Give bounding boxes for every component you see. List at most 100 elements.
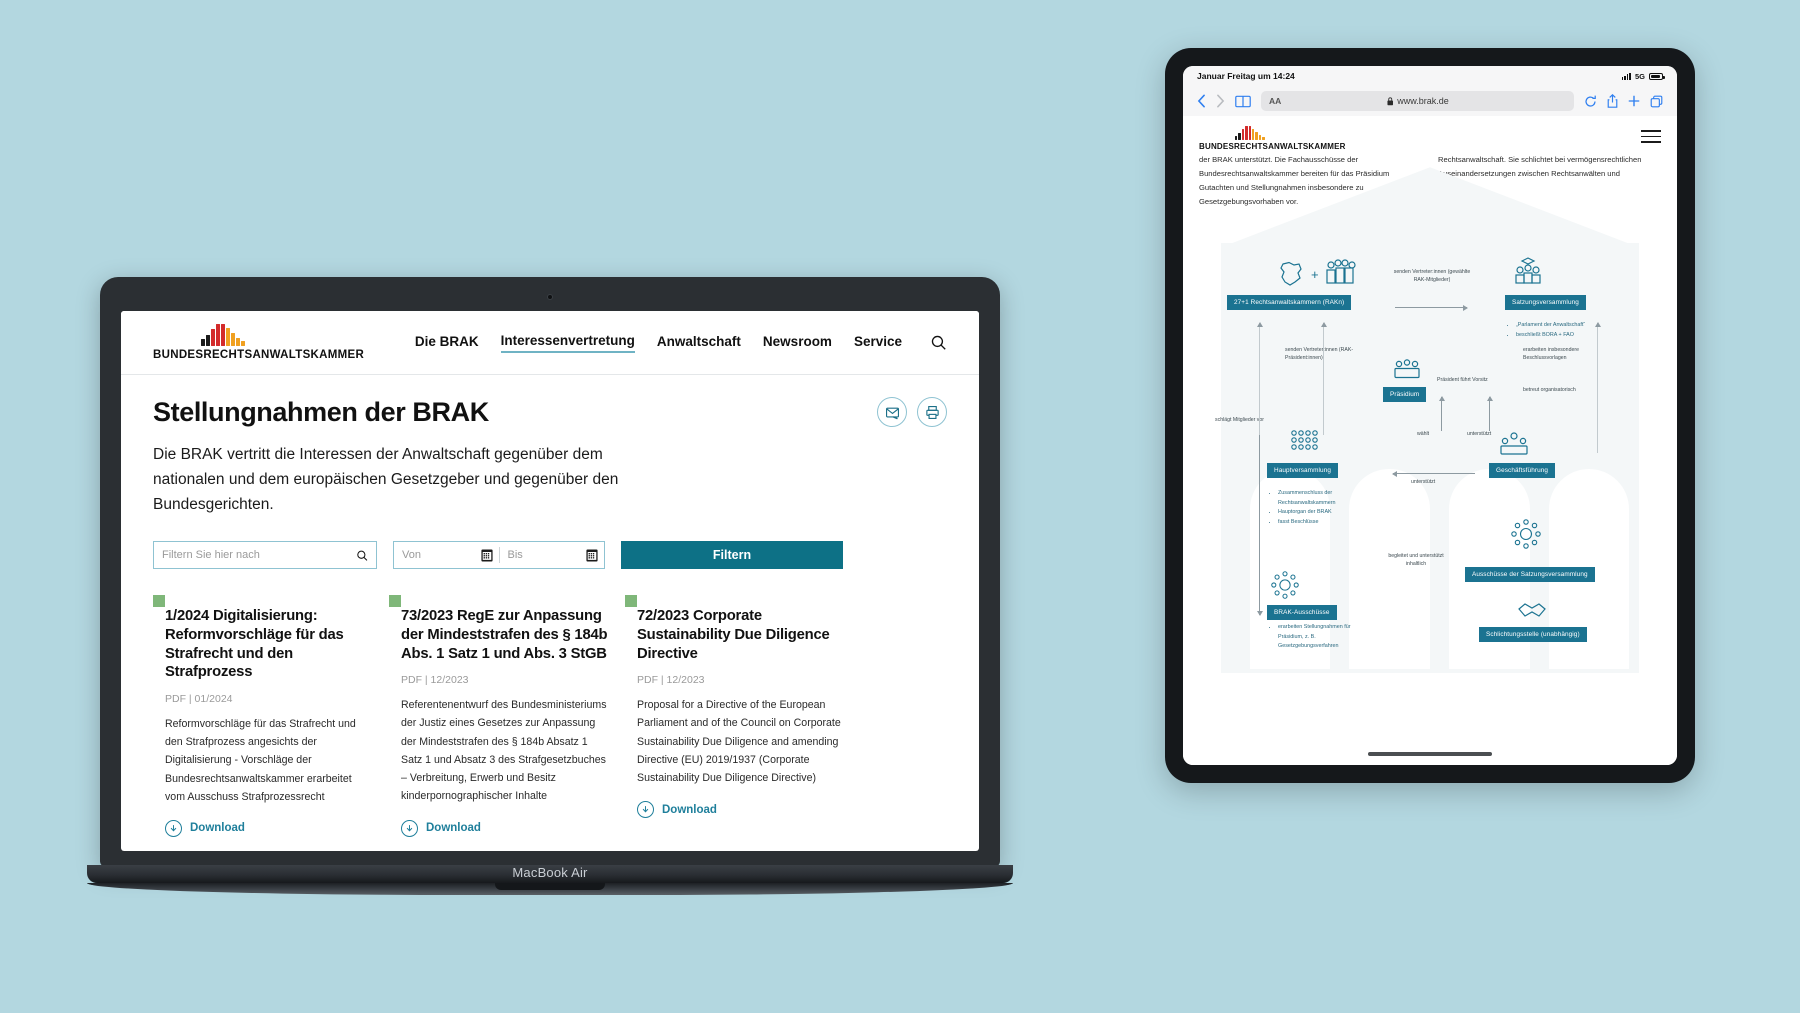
webcam-icon (547, 294, 553, 300)
assembly-people-icon (1291, 430, 1318, 450)
card-meta: PDF | 12/2023 (637, 674, 705, 687)
page-intro: Die BRAK vertritt die Interessen der Anw… (153, 446, 619, 514)
calendar-icon[interactable] (586, 549, 598, 562)
status-datetime: Januar Freitag um 14:24 (1197, 71, 1295, 81)
tabs-icon[interactable] (1650, 95, 1663, 108)
date-from-group[interactable] (394, 549, 499, 562)
brand-logo[interactable]: BUNDESRECHTSANWALTSKAMMER (153, 324, 364, 361)
print-button[interactable] (917, 397, 947, 427)
diagram-note-schlaegt-mitglieder-vor: schlägt Mitglieder vor (1215, 417, 1265, 424)
diagram-node-praesidium: Präsidium (1383, 387, 1427, 403)
search-filter-field[interactable] (153, 541, 377, 570)
nav-item-service[interactable]: Service (854, 334, 902, 352)
card-title[interactable]: 1/2024 Digitalisierung: Reformvorschläge… (165, 607, 373, 682)
arrow-geschaeftsfuehrung-to-hauptversammlung (1392, 470, 1475, 477)
connector-line (1594, 322, 1601, 454)
handshake-icon (1518, 603, 1546, 617)
bullet-item: erarbeiten Stellungnahmen für Präsidium,… (1278, 623, 1375, 651)
nav-item-anwaltschaft[interactable]: Anwaltschaft (657, 334, 741, 352)
diagram-note-waehlt: wählt (1417, 431, 1430, 438)
diagram-bullets-brak-ausschuesse: erarbeiten Stellungnahmen für Präsidium,… (1271, 623, 1375, 651)
calendar-icon[interactable] (480, 549, 493, 562)
search-icon[interactable] (930, 334, 947, 351)
connector-arrow-up (1486, 396, 1493, 432)
reload-icon[interactable] (1584, 95, 1597, 108)
diagram-node-satzungsversammlung: Satzungsversammlung (1505, 295, 1586, 311)
page-body: Stellungnahmen der BRAK Die BRAK vertrit… (121, 375, 979, 837)
result-card[interactable]: 73/2023 RegE zur Anpassung der Mindestst… (389, 595, 609, 837)
bullet-item: beschließt BORA + FAO (1516, 331, 1639, 340)
macbook-air-device: BUNDESRECHTSANWALTSKAMMER Die BRAK Inter… (87, 277, 1013, 907)
download-arrow-icon (637, 801, 654, 819)
card-meta: PDF | 01/2024 (165, 692, 233, 705)
date-to-group[interactable] (500, 549, 605, 562)
diagram-node-ausschuesse-satzungsversammlung: Ausschüsse der Satzungsversammlung (1465, 567, 1595, 583)
chevron-left-icon[interactable] (1197, 94, 1206, 108)
card-inner: 73/2023 RegE zur Anpassung der Mindestst… (401, 595, 609, 837)
nav-item-interessenvertretung[interactable]: Interessenvertretung (500, 333, 635, 353)
download-label: Download (426, 822, 481, 835)
book-icon[interactable] (1235, 95, 1251, 108)
lock-icon (1386, 96, 1393, 105)
date-to-input[interactable] (507, 549, 586, 562)
search-input[interactable] (162, 549, 356, 562)
status-right: 5G (1621, 72, 1665, 81)
tablet-screen: Januar Freitag um 14:24 5G AA www.brak.d… (1183, 66, 1677, 765)
brand-logo[interactable]: BUNDESRECHTSANWALTSKAMMER (1199, 126, 1346, 151)
laptop-notch (495, 883, 605, 890)
ipad-device: Januar Freitag um 14:24 5G AA www.brak.d… (1165, 48, 1695, 783)
url-text: www.brak.de (1397, 96, 1449, 106)
diagram-node-rakn: 27+1 Rechtsanwaltskammern (RAKn) (1227, 295, 1352, 311)
bullet-item: Zusammenschluss der Rechtsanwaltskammern (1278, 489, 1383, 508)
mobile-site-header: BUNDESRECHTSANWALTSKAMMER (1183, 116, 1677, 155)
card-title[interactable]: 73/2023 RegE zur Anpassung der Mindestst… (401, 607, 609, 663)
tablet-body: Januar Freitag um 14:24 5G AA www.brak.d… (1165, 48, 1695, 783)
brak-committee-icon (1271, 571, 1299, 599)
brak-bar-logo-icon (201, 324, 245, 346)
card-description: Referentenentwurf des Bundesministeriums… (401, 699, 607, 803)
diagram-note-erarbeiten-beschlussvorlagen: erarbeiten insbesondere Beschlussvorlage… (1523, 347, 1579, 361)
plus-icon[interactable] (1628, 95, 1640, 107)
address-bar[interactable]: AA www.brak.de (1261, 91, 1574, 111)
diagram-note-betreut-organisatorisch: betreut organisatorisch (1523, 387, 1576, 394)
management-people-icon (1500, 432, 1528, 455)
diagram-note-senden-vertreter-praesident: senden Vertreter:innen (RAK-Präsident:in… (1285, 347, 1354, 361)
bullet-item: Hauptorgan der BRAK (1278, 508, 1383, 517)
brand-name: BUNDESRECHTSANWALTSKAMMER (153, 349, 365, 361)
download-link[interactable]: Download (401, 819, 609, 837)
result-card[interactable]: 72/2023 Corporate Sustainability Due Dil… (625, 595, 845, 837)
diagram-note-begleitet-unterstuetzt: begleitet und unterstützt inhaltlich (1388, 553, 1444, 567)
laptop-body: BUNDESRECHTSANWALTSKAMMER Die BRAK Inter… (100, 277, 1000, 867)
signal-icon (1621, 72, 1631, 80)
connector-arrow-down (1256, 435, 1263, 617)
diagram-note-unterstuetzt-2: unterstützt (1411, 479, 1436, 486)
card-title[interactable]: 72/2023 Corporate Sustainability Due Dil… (637, 607, 845, 663)
diagram-node-schlichtungsstelle: Schlichtungsstelle (unabhängig) (1479, 627, 1587, 643)
date-from-input[interactable] (402, 549, 481, 562)
nav-item-die-brak[interactable]: Die BRAK (415, 334, 479, 352)
site-header: BUNDESRECHTSANWALTSKAMMER Die BRAK Inter… (121, 311, 979, 375)
text-size-button[interactable]: AA (1269, 96, 1281, 106)
connector-arrow-up (1438, 396, 1445, 432)
share-email-button[interactable] (877, 397, 907, 427)
result-card[interactable]: 1/2024 Digitalisierung: Reformvorschläge… (153, 595, 373, 837)
page-title-row: Stellungnahmen der BRAK (153, 397, 947, 428)
nav-item-newsroom[interactable]: Newsroom (763, 334, 832, 352)
page-actions (877, 397, 947, 427)
bullet-item: fasst Beschlüsse (1278, 518, 1383, 527)
hamburger-menu-icon[interactable] (1641, 126, 1661, 147)
download-link[interactable]: Download (637, 801, 845, 819)
filter-submit-button[interactable]: Filtern (621, 541, 843, 570)
arrow-rakn-to-satzung (1395, 304, 1468, 311)
connector-line (1320, 322, 1327, 436)
share-icon[interactable] (1607, 94, 1618, 108)
date-range-field[interactable] (393, 541, 605, 570)
search-icon[interactable] (356, 549, 368, 562)
diagram-node-geschaeftsfuehrung: Geschäftsführung (1489, 463, 1556, 479)
card-inner: 72/2023 Corporate Sustainability Due Dil… (637, 595, 845, 819)
download-link[interactable]: Download (165, 819, 373, 837)
laptop-model-label: MacBook Air (512, 865, 588, 880)
people-group-icon (1326, 259, 1356, 284)
chevron-right-icon[interactable] (1216, 94, 1225, 108)
battery-icon (1649, 72, 1665, 80)
